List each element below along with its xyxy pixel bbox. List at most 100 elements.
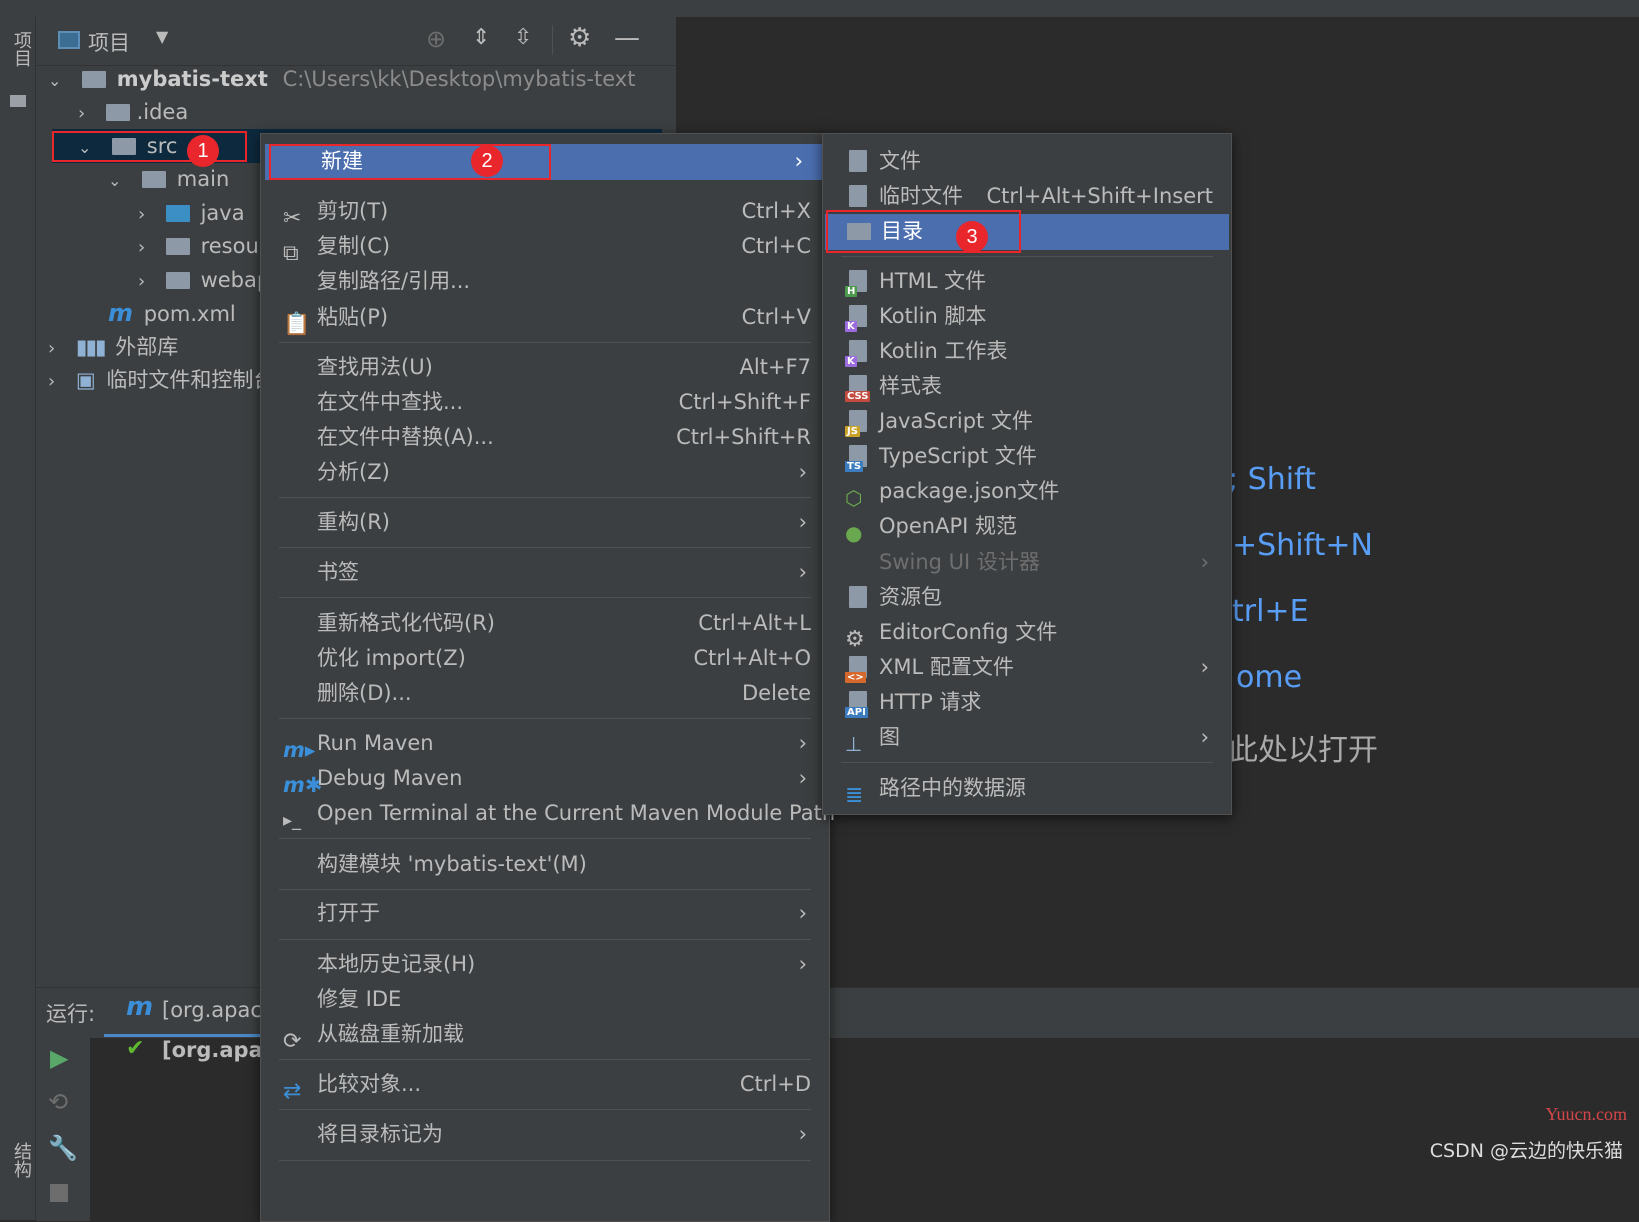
tree-row-idea[interactable]: › .idea: [78, 95, 188, 129]
submenu-item-package-json[interactable]: ⬡ package.json文件: [823, 474, 1231, 510]
tree-row-webapp[interactable]: › webap: [138, 263, 270, 297]
menu-item-run-maven[interactable]: m▸ Run Maven ›: [261, 726, 829, 762]
project-panel-header: 项目 ▼ ⊕ ⇕ ⇳ ⚙ —: [36, 17, 676, 66]
chevron-right-icon: ›: [138, 271, 146, 292]
scratch-file-icon: [849, 185, 867, 207]
menu-item-copy[interactable]: ⧉ 复制(C) Ctrl+C: [261, 229, 829, 266]
menu-item-reload[interactable]: ⟳ 从磁盘重新加载: [261, 1017, 829, 1054]
menu-item-open-terminal[interactable]: ▸_ Open Terminal at the Current Maven Mo…: [261, 796, 835, 831]
menu-shortcut: Ctrl+D: [739, 1072, 811, 1096]
menu-label: 书签: [317, 560, 359, 584]
menu-item-find-usages[interactable]: 查找用法(U) Alt+F7: [261, 350, 829, 385]
menu-item-debug-maven[interactable]: m✱ Debug Maven ›: [261, 761, 829, 797]
tree-row-resources[interactable]: › resour: [138, 229, 267, 263]
submenu-item-kotlin-script[interactable]: K Kotlin 脚本: [823, 299, 1231, 334]
expand-all-icon[interactable]: ⇕: [472, 25, 490, 50]
menu-item-optimize-imports[interactable]: 优化 import(Z) Ctrl+Alt+O: [261, 641, 829, 676]
menu-item-refactor[interactable]: 重构(R) ›: [261, 505, 829, 540]
menu-item-paste[interactable]: 📋 粘贴(P) Ctrl+V: [261, 300, 829, 337]
submenu-item-html[interactable]: H HTML 文件: [823, 264, 1231, 299]
menu-item-bookmarks[interactable]: 书签 ›: [261, 555, 829, 590]
tree-row-project[interactable]: ⌄ mybatis-text C:\Users\kk\Desktop\mybat…: [48, 62, 635, 96]
file-icon: [849, 150, 867, 172]
submenu-item-stylesheet[interactable]: CSS 样式表: [823, 369, 1231, 404]
tree-row-main[interactable]: ⌄ main: [108, 162, 229, 196]
menu-label: EditorConfig 文件: [879, 620, 1058, 644]
chevron-right-icon: ›: [138, 204, 146, 225]
menu-separator: [279, 1059, 811, 1060]
tree-row-pom[interactable]: m pom.xml: [108, 296, 236, 330]
wrench-icon[interactable]: 🔧: [48, 1134, 78, 1162]
project-side-tab[interactable]: 项目: [8, 31, 34, 67]
hide-panel-icon[interactable]: —: [614, 23, 640, 53]
menu-label: 修复 IDE: [317, 987, 402, 1011]
menu-item-find-in-files[interactable]: 在文件中查找... Ctrl+Shift+F: [261, 385, 829, 420]
diagram-icon: ⊥: [845, 732, 863, 756]
menu-item-local-history[interactable]: 本地历史记录(H) ›: [261, 947, 829, 982]
menu-label: 将目录标记为: [317, 1122, 443, 1146]
menu-item-copy-path[interactable]: 复制路径/引用...: [261, 264, 829, 299]
menu-item-reformat[interactable]: 重新格式化代码(R) Ctrl+Alt+L: [261, 606, 829, 641]
rerun-failed-icon[interactable]: ⟲: [48, 1088, 68, 1116]
submenu-item-file[interactable]: 文件: [823, 144, 1231, 179]
submenu-item-typescript[interactable]: TS TypeScript 文件: [823, 439, 1231, 474]
refresh-icon: ⟳: [283, 1029, 302, 1054]
tree-row-external-libs[interactable]: › ▮▮▮ 外部库: [48, 330, 178, 364]
tree-row-scratches[interactable]: › ▣ 临时文件和控制台: [48, 363, 274, 397]
locate-icon[interactable]: ⊕: [426, 25, 446, 53]
menu-label: OpenAPI 规范: [879, 514, 1017, 538]
folder-icon: [142, 171, 167, 188]
menu-shortcut: Ctrl+Shift+F: [678, 390, 811, 414]
menu-item-analyze[interactable]: 分析(Z) ›: [261, 455, 829, 490]
chevron-right-icon: ›: [798, 1122, 807, 1146]
chevron-right-icon: ›: [78, 103, 86, 124]
submenu-item-openapi[interactable]: ● OpenAPI 规范: [823, 509, 1231, 545]
tree-label: .idea: [136, 100, 189, 124]
submenu-item-swing[interactable]: Swing UI 设计器 ›: [823, 545, 1231, 580]
submenu-item-datasource[interactable]: ≣ 路径中的数据源: [823, 771, 1231, 808]
resources-folder-icon: [165, 238, 190, 255]
menu-shortcut: Alt+F7: [739, 355, 811, 379]
structure-side-tab[interactable]: 结构: [8, 1142, 34, 1178]
copy-icon: ⧉: [283, 241, 299, 266]
run-tree-item[interactable]: [org.apac: [162, 1038, 275, 1062]
submenu-item-kotlin-worksheet[interactable]: K Kotlin 工作表: [823, 334, 1231, 369]
watermark-site: Yuucn.com: [1545, 1104, 1627, 1124]
menu-item-repair-ide[interactable]: 修复 IDE: [261, 982, 829, 1017]
gear-icon[interactable]: ⚙: [568, 23, 591, 53]
folder-icon: [105, 104, 130, 121]
maven-icon: m: [108, 299, 134, 327]
menu-shortcut: Ctrl+Shift+R: [676, 425, 811, 449]
menu-label: 在文件中查找...: [317, 390, 464, 414]
submenu-item-resource-bundle[interactable]: 资源包: [823, 580, 1231, 615]
scissors-icon: ✂: [283, 206, 302, 231]
menu-separator: [279, 1160, 811, 1161]
submenu-item-javascript[interactable]: JS JavaScript 文件: [823, 404, 1231, 439]
submenu-item-editorconfig[interactable]: ⚙ EditorConfig 文件: [823, 615, 1231, 652]
menu-item-build-module[interactable]: 构建模块 'mybatis-text'(M): [261, 847, 829, 882]
collapse-all-icon[interactable]: ⇳: [514, 25, 532, 50]
hint-drop-files: 此处以打开: [1228, 733, 1378, 768]
rerun-icon[interactable]: ▶: [50, 1044, 68, 1072]
panel-title[interactable]: 项目: [88, 27, 130, 57]
menu-item-delete[interactable]: 删除(D)... Delete: [261, 676, 829, 711]
stop-icon[interactable]: [50, 1184, 68, 1202]
folder-icon: [10, 95, 26, 107]
menu-item-open-in[interactable]: 打开于 ›: [261, 896, 829, 931]
menu-item-replace-in-files[interactable]: 在文件中替换(A)... Ctrl+Shift+R: [261, 420, 829, 455]
tree-row-java[interactable]: › java: [138, 196, 245, 230]
tree-label: java: [200, 201, 245, 225]
view-dropdown-chevron-icon[interactable]: ▼: [156, 27, 168, 46]
menu-item-mark-directory[interactable]: 将目录标记为 ›: [261, 1117, 829, 1152]
step-badge-3: 3: [956, 221, 988, 253]
submenu-item-http-request[interactable]: API HTTP 请求: [823, 685, 1231, 720]
menu-item-compare[interactable]: ⇄ 比较对象... Ctrl+D: [261, 1067, 829, 1104]
menu-separator: [279, 1109, 811, 1110]
run-config-tab[interactable]: [org.apach: [162, 998, 275, 1022]
submenu-item-scratch[interactable]: 临时文件 Ctrl+Alt+Shift+Insert: [823, 179, 1231, 214]
chevron-right-icon: ›: [798, 560, 807, 584]
web-folder-icon: [165, 272, 190, 289]
menu-item-cut[interactable]: ✂ 剪切(T) Ctrl+X: [261, 194, 829, 231]
submenu-item-diagram[interactable]: ⊥ 图 ›: [823, 720, 1231, 756]
submenu-item-xml-config[interactable]: <> XML 配置文件 ›: [823, 650, 1231, 685]
